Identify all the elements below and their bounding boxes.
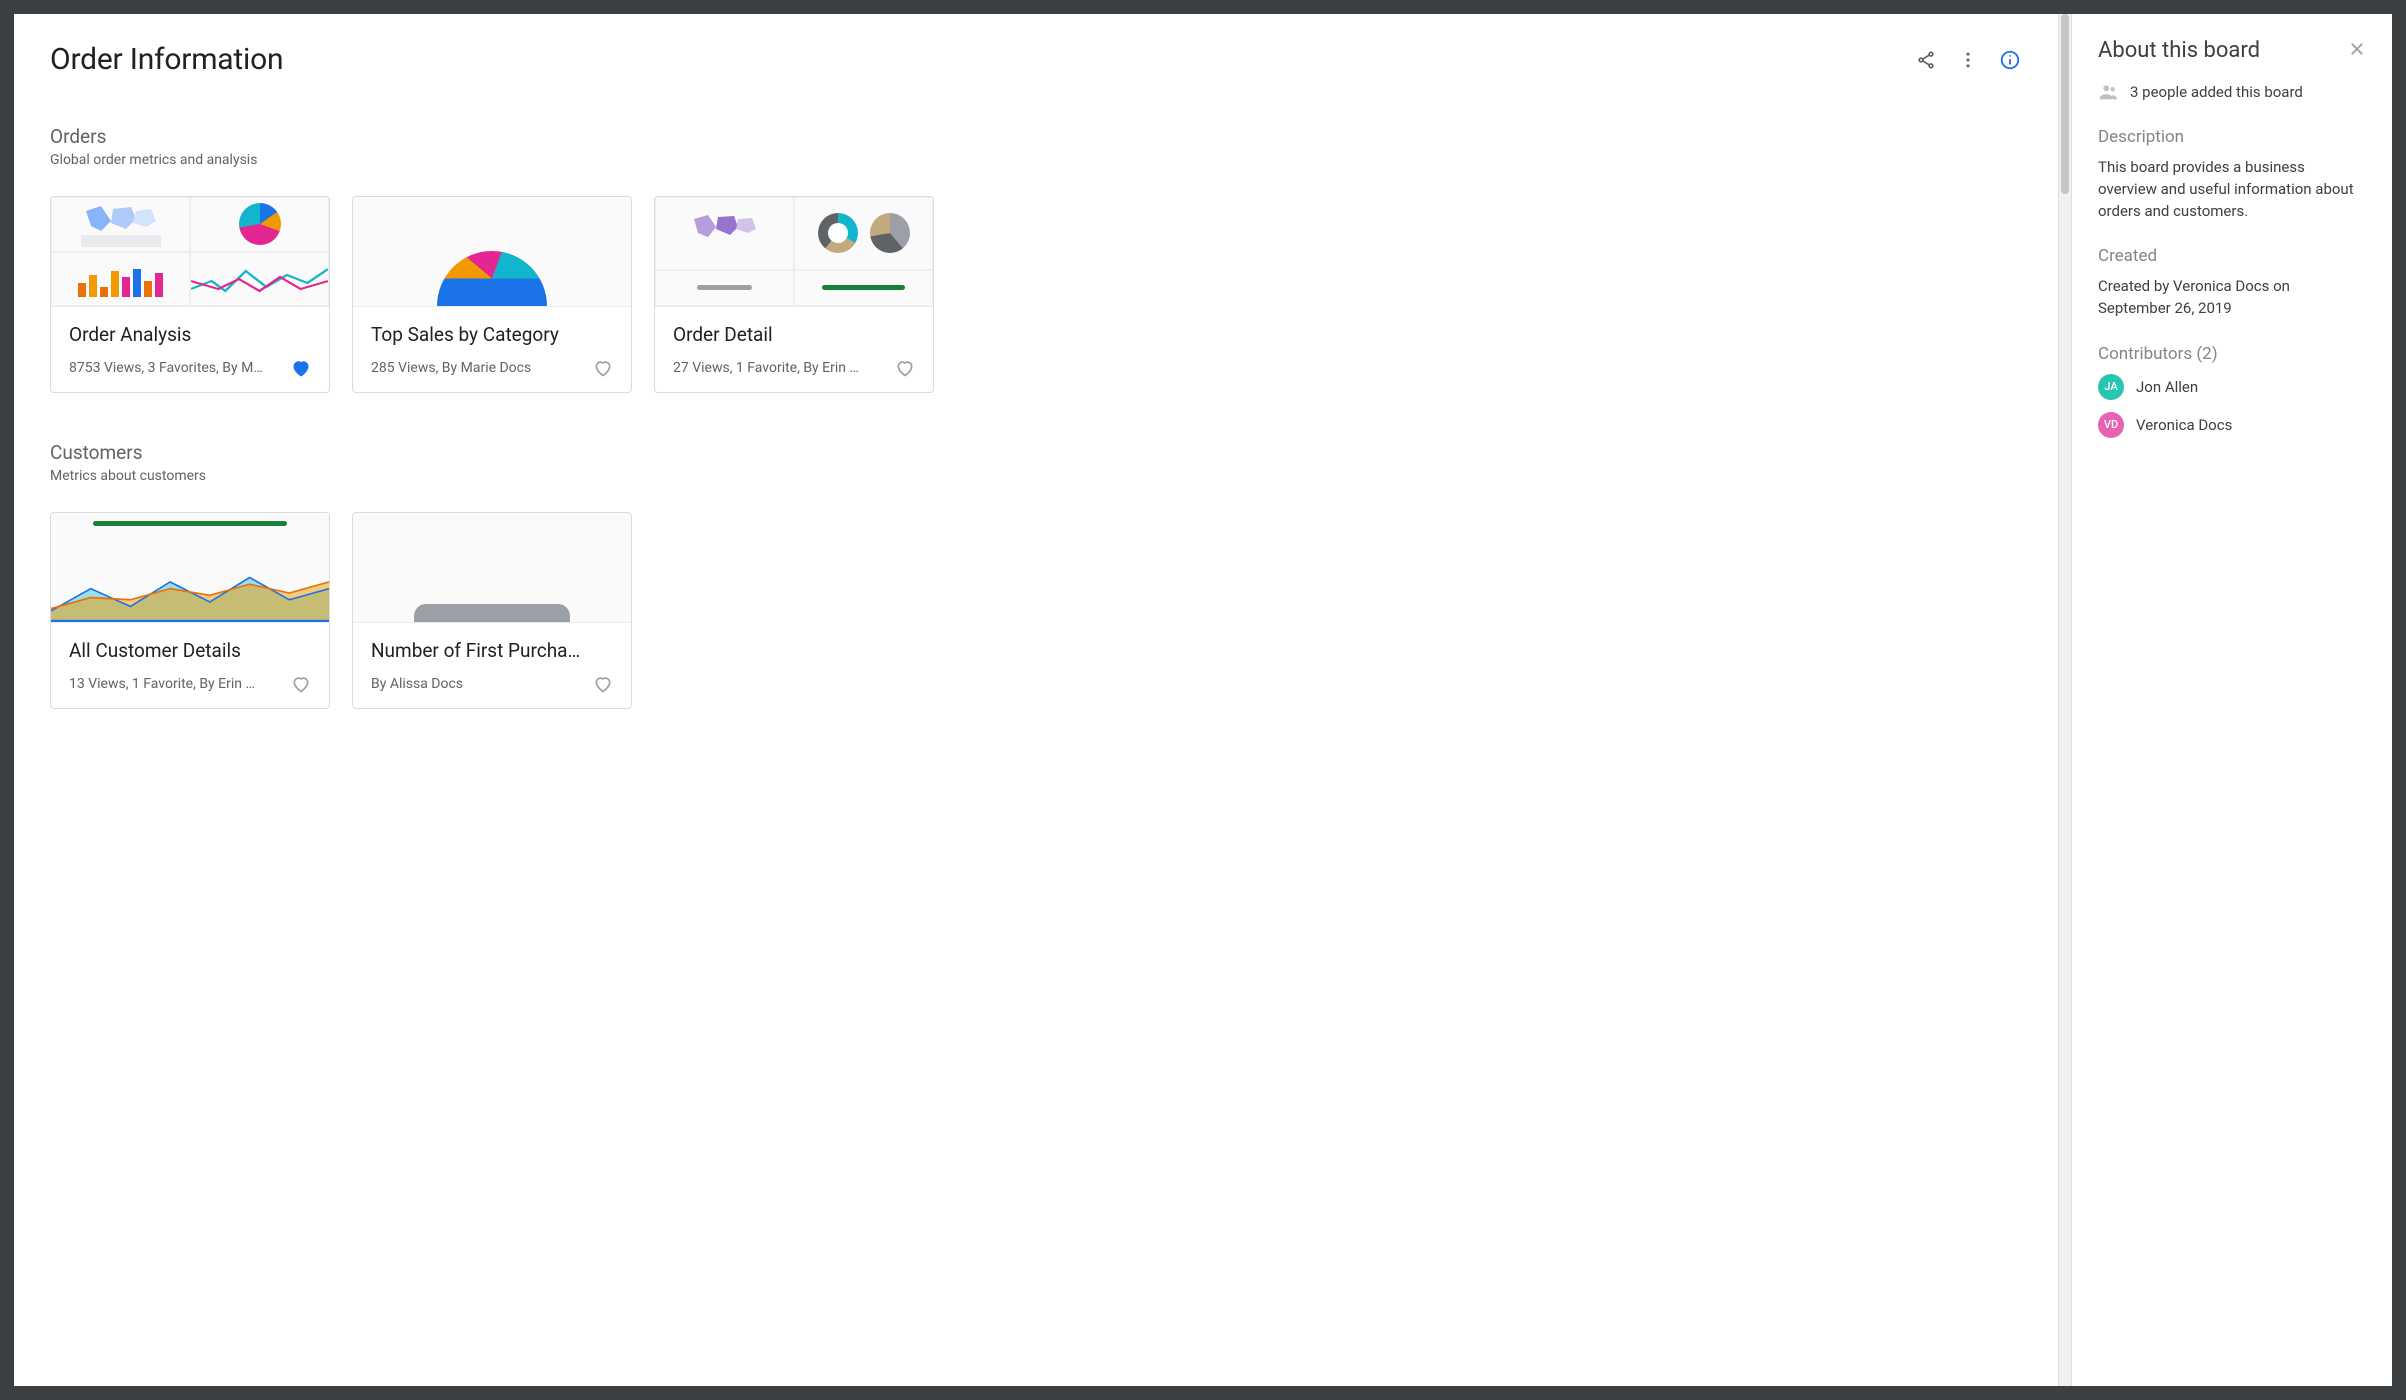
people-icon [2098,81,2120,103]
description-text: This board provides a business overview … [2098,157,2366,222]
card-meta: 8753 Views, 3 Favorites, By M… [69,360,283,376]
section-title: Orders [50,125,2022,148]
share-icon[interactable] [1914,48,1938,72]
info-icon[interactable] [1998,48,2022,72]
more-menu-icon[interactable] [1956,48,1980,72]
contributor-row: JA Jon Allen [2098,374,2366,400]
contributor-name: Jon Allen [2136,378,2198,396]
avatar: VD [2098,412,2124,438]
card-preview [353,513,631,623]
card-title: Number of First Purcha… [371,639,613,662]
created-label: Created [2098,246,2366,266]
favorite-icon[interactable] [895,358,915,378]
card-meta: By Alissa Docs [371,676,585,692]
card-meta: 27 Views, 1 Favorite, By Erin … [673,360,887,376]
favorite-icon[interactable] [291,674,311,694]
card-title: All Customer Details [69,639,311,662]
created-text: Created by Veronica Docs on September 26… [2098,276,2366,320]
card-order-detail[interactable]: Order Detail 27 Views, 1 Favorite, By Er… [654,196,934,393]
section-description: Metrics about customers [50,468,2022,484]
favorite-icon[interactable] [291,358,311,378]
main-content: Order Information [14,14,2058,1386]
card-top-sales[interactable]: Top Sales by Category 285 Views, By Mari… [352,196,632,393]
card-preview [353,197,631,307]
card-first-purchases[interactable]: Number of First Purcha… By Alissa Docs [352,512,632,709]
cards-row: Order Analysis 8753 Views, 3 Favorites, … [50,196,2022,393]
cards-row: All Customer Details 13 Views, 1 Favorit… [50,512,2022,709]
card-meta: 285 Views, By Marie Docs [371,360,585,376]
page-title: Order Information [50,42,283,77]
people-added-text: 3 people added this board [2130,83,2303,101]
contributors-label: Contributors (2) [2098,344,2366,364]
card-meta: 13 Views, 1 Favorite, By Erin … [69,676,283,692]
people-added-row: 3 people added this board [2098,81,2366,103]
card-preview [51,513,329,623]
card-title: Order Analysis [69,323,311,346]
panel-title: About this board [2098,38,2260,63]
card-preview [655,197,933,307]
section-title: Customers [50,441,2022,464]
description-label: Description [2098,127,2366,147]
contributor-name: Veronica Docs [2136,416,2232,434]
section-customers: Customers Metrics about customers [50,441,2022,709]
header: Order Information [50,42,2022,77]
section-orders: Orders Global order metrics and analysis [50,125,2022,393]
avatar: JA [2098,374,2124,400]
contributor-row: VD Veronica Docs [2098,412,2366,438]
header-actions [1914,48,2022,72]
section-description: Global order metrics and analysis [50,152,2022,168]
favorite-icon[interactable] [593,674,613,694]
about-panel: About this board 3 people added this boa… [2072,14,2392,1386]
card-order-analysis[interactable]: Order Analysis 8753 Views, 3 Favorites, … [50,196,330,393]
card-title: Order Detail [673,323,915,346]
close-icon[interactable] [2348,40,2366,62]
favorite-icon[interactable] [593,358,613,378]
card-all-customer-details[interactable]: All Customer Details 13 Views, 1 Favorit… [50,512,330,709]
app-root: Order Information [14,14,2392,1386]
card-preview [51,197,329,307]
scrollbar[interactable] [2058,14,2072,1386]
card-title: Top Sales by Category [371,323,613,346]
